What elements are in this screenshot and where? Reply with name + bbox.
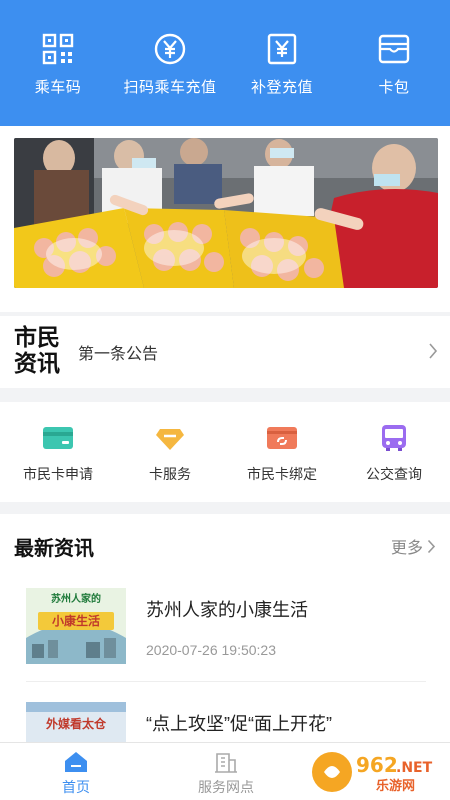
citizen-news-logo: 市民资讯 <box>14 324 60 376</box>
home-icon <box>65 752 87 772</box>
service-bus-query[interactable]: 公交查询 <box>338 424 450 484</box>
news-item[interactable]: 外媒看太仓 “点上攻坚”促“面上开花” <box>0 692 450 742</box>
banner-section <box>0 126 450 312</box>
chevron-right-icon <box>427 539 436 554</box>
svg-text:.NET: .NET <box>396 760 433 776</box>
tab-service-points[interactable]: 服务网点 <box>170 751 282 797</box>
svg-text:小康生活: 小康生活 <box>52 613 100 628</box>
svg-text:苏州人家的: 苏州人家的 <box>51 592 101 605</box>
quick-action-supplement-topup[interactable]: 补登充值 <box>226 32 338 97</box>
notice-bar[interactable]: 市民资讯 第一条公告 <box>0 316 450 388</box>
tab-label: 服务网点 <box>198 779 254 795</box>
service-label: 卡服务 <box>149 466 191 482</box>
svg-text:外媒看太仓: 外媒看太仓 <box>46 716 107 731</box>
building-icon <box>215 753 237 773</box>
bus-icon <box>382 425 406 451</box>
card-link-icon <box>267 427 297 449</box>
notice-text: 第一条公告 <box>78 346 159 363</box>
news-item[interactable]: 苏州人家的 小康生活 苏州人家的小康生活 2020-07-26 19:50:23 <box>0 578 450 678</box>
latest-news-section: 最新资讯 更多 苏州人家的 小康生活 苏州人家的小康生活 2020-07-26 … <box>0 514 450 742</box>
news-thumbnail: 外媒看太仓 <box>26 702 126 742</box>
service-label: 市民卡申请 <box>23 466 93 482</box>
news-timestamp: 2020-07-26 19:50:23 <box>146 642 276 658</box>
card-green-icon <box>43 427 73 449</box>
service-card-bind[interactable]: 市民卡绑定 <box>226 424 338 484</box>
card-gold-icon <box>156 429 184 450</box>
svg-text:乐游网: 乐游网 <box>376 778 415 794</box>
news-thumbnail: 苏州人家的 小康生活 <box>26 588 126 664</box>
qr-code-icon <box>42 33 74 65</box>
news-more-label: 更多 <box>390 540 423 557</box>
yuan-coin-icon <box>154 33 186 65</box>
quick-action-label: 卡包 <box>378 79 410 96</box>
banner-image[interactable] <box>14 138 438 288</box>
site-watermark-logo: 962 .NET 乐游网 <box>312 752 433 794</box>
news-headline: 苏州人家的小康生活 <box>146 600 308 620</box>
quick-action-label: 扫码乘车充值 <box>123 79 217 96</box>
quick-action-bar: 乘车码 扫码乘车充值 补登充值 卡包 <box>0 0 450 126</box>
quick-action-label: 补登充值 <box>250 79 313 96</box>
service-card-service[interactable]: 卡服务 <box>114 424 226 484</box>
services-grid: 市民卡申请 卡服务 市民卡绑定 公交查询 <box>0 402 450 502</box>
tab-home[interactable]: 首页 <box>20 751 132 797</box>
divider <box>26 681 426 682</box>
news-headline: “点上攻坚”促“面上开花” <box>146 714 332 734</box>
quick-action-qr-code[interactable]: 乘车码 <box>2 32 114 97</box>
yuan-card-icon <box>267 33 297 65</box>
service-label: 公交查询 <box>366 466 422 482</box>
tab-label: 首页 <box>62 779 90 795</box>
wallet-icon <box>378 34 410 64</box>
svg-text:962: 962 <box>356 753 398 777</box>
service-label: 市民卡绑定 <box>247 466 317 482</box>
quick-action-label: 乘车码 <box>34 79 82 96</box>
quick-action-wallet[interactable]: 卡包 <box>338 32 450 97</box>
service-card-apply[interactable]: 市民卡申请 <box>2 424 114 484</box>
quick-action-scan-topup[interactable]: 扫码乘车充值 <box>114 32 226 97</box>
news-more-link[interactable]: 更多 <box>391 534 436 558</box>
chevron-right-icon <box>429 343 438 359</box>
news-section-title: 最新资讯 <box>14 538 94 560</box>
